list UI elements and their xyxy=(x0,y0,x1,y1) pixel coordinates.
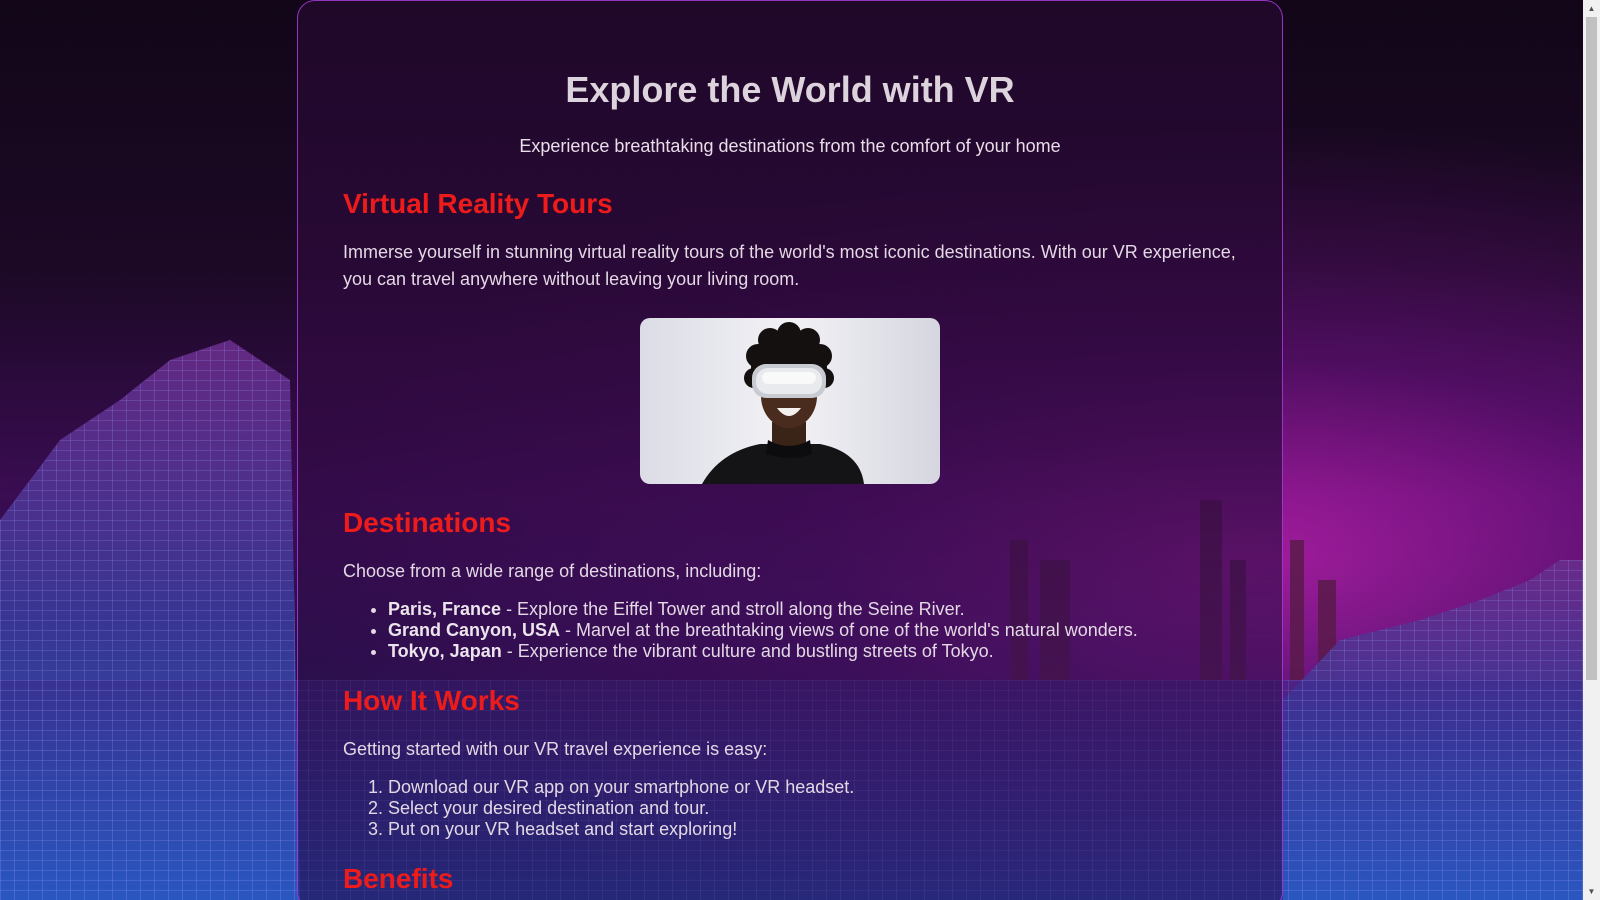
destination-description: - Explore the Eiffel Tower and stroll al… xyxy=(501,599,965,619)
scrollbar-thumb[interactable] xyxy=(1586,17,1597,680)
vertical-scrollbar[interactable]: ▲ ▼ xyxy=(1583,0,1600,900)
destination-name: Tokyo, Japan xyxy=(388,641,502,661)
destinations-intro: Choose from a wide range of destinations… xyxy=(343,561,762,581)
hero-image-wrapper xyxy=(343,318,1237,484)
section-heading-benefits: Benefits xyxy=(343,863,454,894)
page-title: Explore the World with VR xyxy=(565,69,1015,110)
tours-description: Immerse yourself in stunning virtual rea… xyxy=(343,242,1236,289)
destination-name: Grand Canyon, USA xyxy=(388,620,561,640)
destination-name: Paris, France xyxy=(388,599,502,619)
scroll-down-arrow-icon[interactable]: ▼ xyxy=(1583,883,1600,900)
destination-description: - Experience the vibrant culture and bus… xyxy=(501,641,994,661)
vr-headset-person-image xyxy=(640,318,940,484)
list-item: Select your desired destination and tour… xyxy=(388,798,1237,819)
how-it-works-intro: Getting started with our VR travel exper… xyxy=(343,739,768,759)
scroll-up-arrow-icon[interactable]: ▲ xyxy=(1583,0,1600,17)
destinations-list: Paris, France - Explore the Eiffel Tower… xyxy=(343,599,1237,662)
content-card: Explore the World with VR Experience bre… xyxy=(297,0,1283,900)
section-heading-tours: Virtual Reality Tours xyxy=(343,188,613,219)
list-item: Paris, France - Explore the Eiffel Tower… xyxy=(388,599,1237,620)
page-subtitle: Experience breathtaking destinations fro… xyxy=(519,136,1061,156)
list-item: Download our VR app on your smartphone o… xyxy=(388,777,1237,798)
list-item: Grand Canyon, USA - Marvel at the breath… xyxy=(388,620,1237,641)
section-heading-destinations: Destinations xyxy=(343,507,512,538)
destination-description: - Marvel at the breathtaking views of on… xyxy=(560,620,1138,640)
section-heading-how-it-works: How It Works xyxy=(343,685,520,716)
list-item: Put on your VR headset and start explori… xyxy=(388,819,1237,840)
steps-list: Download our VR app on your smartphone o… xyxy=(343,777,1237,840)
list-item: Tokyo, Japan - Experience the vibrant cu… xyxy=(388,641,1237,662)
